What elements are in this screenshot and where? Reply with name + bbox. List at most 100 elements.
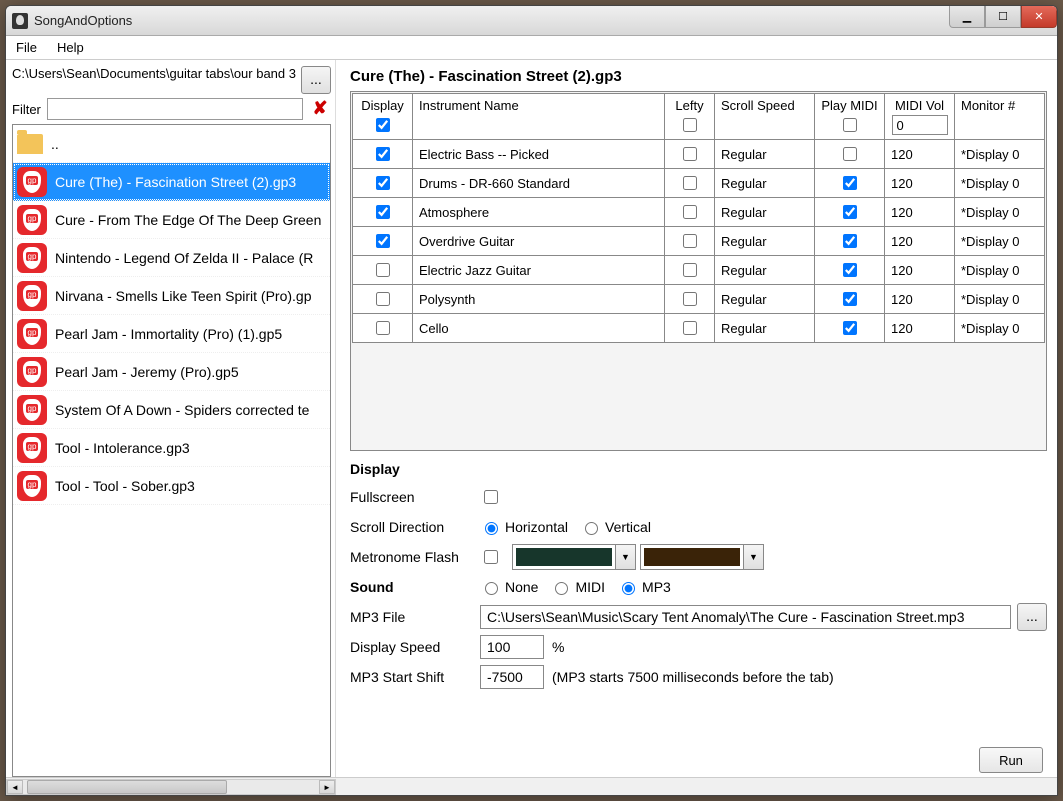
- monitor-cell[interactable]: *Display 0: [955, 198, 1045, 227]
- scroll-vertical-radio[interactable]: [585, 522, 598, 535]
- list-item[interactable]: System Of A Down - Spiders corrected te: [13, 391, 330, 429]
- midi-all-checkbox[interactable]: [843, 118, 857, 132]
- browse-mp3-button[interactable]: ...: [1017, 603, 1047, 631]
- gp-file-icon: [17, 395, 47, 425]
- titlebar[interactable]: SongAndOptions ▁ ☐ ✕: [6, 6, 1057, 36]
- gp-file-icon: [17, 357, 47, 387]
- play-midi-checkbox[interactable]: [843, 292, 857, 306]
- sound-mp3-option[interactable]: MP3: [617, 579, 671, 595]
- instrument-name-cell: Overdrive Guitar: [413, 227, 665, 256]
- list-item[interactable]: Nintendo - Legend Of Zelda II - Palace (…: [13, 239, 330, 277]
- close-button[interactable]: ✕: [1021, 6, 1057, 28]
- app-icon: [12, 13, 28, 29]
- midi-vol-cell[interactable]: 120: [885, 169, 955, 198]
- list-item[interactable]: Pearl Jam - Jeremy (Pro).gp5: [13, 353, 330, 391]
- sound-midi-radio[interactable]: [555, 582, 568, 595]
- scroll-right-button[interactable]: ►: [319, 780, 335, 794]
- display-checkbox[interactable]: [376, 321, 390, 335]
- scroll-horizontal-option[interactable]: Horizontal: [480, 519, 568, 535]
- play-midi-checkbox[interactable]: [843, 176, 857, 190]
- gp-file-icon: [17, 205, 47, 235]
- list-item[interactable]: Tool - Intolerance.gp3: [13, 429, 330, 467]
- metronome-color2-combo[interactable]: ▼: [640, 544, 764, 570]
- scroll-thumb[interactable]: [27, 780, 227, 794]
- mp3-shift-input[interactable]: [480, 665, 544, 689]
- display-checkbox[interactable]: [376, 292, 390, 306]
- midi-vol-cell[interactable]: 120: [885, 256, 955, 285]
- midi-vol-cell[interactable]: 120: [885, 198, 955, 227]
- scroll-speed-cell[interactable]: Regular: [715, 140, 815, 169]
- display-speed-input[interactable]: [480, 635, 544, 659]
- display-checkbox[interactable]: [376, 205, 390, 219]
- play-midi-checkbox[interactable]: [843, 205, 857, 219]
- menu-file[interactable]: File: [16, 40, 37, 55]
- scroll-speed-cell[interactable]: Regular: [715, 198, 815, 227]
- midi-vol-all-input[interactable]: [892, 115, 948, 135]
- fullscreen-checkbox[interactable]: [484, 490, 498, 504]
- display-checkbox[interactable]: [376, 176, 390, 190]
- scroll-speed-cell[interactable]: Regular: [715, 227, 815, 256]
- lefty-checkbox[interactable]: [683, 234, 697, 248]
- monitor-cell[interactable]: *Display 0: [955, 314, 1045, 343]
- run-button[interactable]: Run: [979, 747, 1043, 773]
- scroll-speed-cell[interactable]: Regular: [715, 169, 815, 198]
- list-item[interactable]: Nirvana - Smells Like Teen Spirit (Pro).…: [13, 277, 330, 315]
- filter-input[interactable]: [47, 98, 303, 120]
- display-all-checkbox[interactable]: [376, 118, 390, 132]
- list-item[interactable]: Cure (The) - Fascination Street (2).gp3: [13, 163, 330, 201]
- sound-none-option[interactable]: None: [480, 579, 538, 595]
- display-checkbox[interactable]: [376, 234, 390, 248]
- list-item[interactable]: Cure - From The Edge Of The Deep Green: [13, 201, 330, 239]
- lefty-all-checkbox[interactable]: [683, 118, 697, 132]
- midi-vol-cell[interactable]: 120: [885, 140, 955, 169]
- scroll-left-button[interactable]: ◄: [7, 780, 23, 794]
- mp3-file-input[interactable]: [480, 605, 1011, 629]
- minimize-button[interactable]: ▁: [949, 6, 985, 28]
- lefty-checkbox[interactable]: [683, 292, 697, 306]
- midi-vol-cell[interactable]: 120: [885, 314, 955, 343]
- display-checkbox[interactable]: [376, 147, 390, 161]
- monitor-cell[interactable]: *Display 0: [955, 169, 1045, 198]
- list-item[interactable]: ..: [13, 125, 330, 163]
- list-item-label: Pearl Jam - Immortality (Pro) (1).gp5: [55, 326, 282, 342]
- lefty-checkbox[interactable]: [683, 263, 697, 277]
- app-window: SongAndOptions ▁ ☐ ✕ File Help C:\Users\…: [5, 5, 1058, 796]
- scroll-vertical-option[interactable]: Vertical: [580, 519, 651, 535]
- metronome-color1-combo[interactable]: ▼: [512, 544, 636, 570]
- scroll-horizontal-radio[interactable]: [485, 522, 498, 535]
- scroll-speed-cell[interactable]: Regular: [715, 314, 815, 343]
- menu-help[interactable]: Help: [57, 40, 84, 55]
- list-item-label: Tool - Intolerance.gp3: [55, 440, 190, 456]
- lefty-checkbox[interactable]: [683, 176, 697, 190]
- play-midi-checkbox[interactable]: [843, 321, 857, 335]
- maximize-button[interactable]: ☐: [985, 6, 1021, 28]
- display-checkbox[interactable]: [376, 263, 390, 277]
- monitor-cell[interactable]: *Display 0: [955, 256, 1045, 285]
- sound-none-radio[interactable]: [485, 582, 498, 595]
- lefty-checkbox[interactable]: [683, 321, 697, 335]
- instrument-grid-wrap: DisplayInstrument NameLeftyScroll SpeedP…: [350, 91, 1047, 451]
- list-item-label: Tool - Tool - Sober.gp3: [55, 478, 195, 494]
- list-item[interactable]: Tool - Tool - Sober.gp3: [13, 467, 330, 505]
- midi-vol-cell[interactable]: 120: [885, 285, 955, 314]
- monitor-cell[interactable]: *Display 0: [955, 227, 1045, 256]
- browse-folder-button[interactable]: ...: [301, 66, 331, 94]
- file-list[interactable]: ..Cure (The) - Fascination Street (2).gp…: [12, 124, 331, 777]
- lefty-checkbox[interactable]: [683, 205, 697, 219]
- play-midi-checkbox[interactable]: [843, 234, 857, 248]
- scroll-speed-cell[interactable]: Regular: [715, 256, 815, 285]
- play-midi-checkbox[interactable]: [843, 263, 857, 277]
- sound-midi-option[interactable]: MIDI: [550, 579, 605, 595]
- lefty-checkbox[interactable]: [683, 147, 697, 161]
- monitor-cell[interactable]: *Display 0: [955, 285, 1045, 314]
- scroll-speed-cell[interactable]: Regular: [715, 285, 815, 314]
- scroll-direction-label: Scroll Direction: [350, 519, 480, 535]
- midi-vol-cell[interactable]: 120: [885, 227, 955, 256]
- clear-filter-icon[interactable]: ✘: [309, 98, 331, 120]
- play-midi-checkbox[interactable]: [843, 147, 857, 161]
- horizontal-scrollbar[interactable]: ◄ ►: [6, 777, 1057, 795]
- list-item[interactable]: Pearl Jam - Immortality (Pro) (1).gp5: [13, 315, 330, 353]
- metronome-checkbox[interactable]: [484, 550, 498, 564]
- monitor-cell[interactable]: *Display 0: [955, 140, 1045, 169]
- sound-mp3-radio[interactable]: [622, 582, 635, 595]
